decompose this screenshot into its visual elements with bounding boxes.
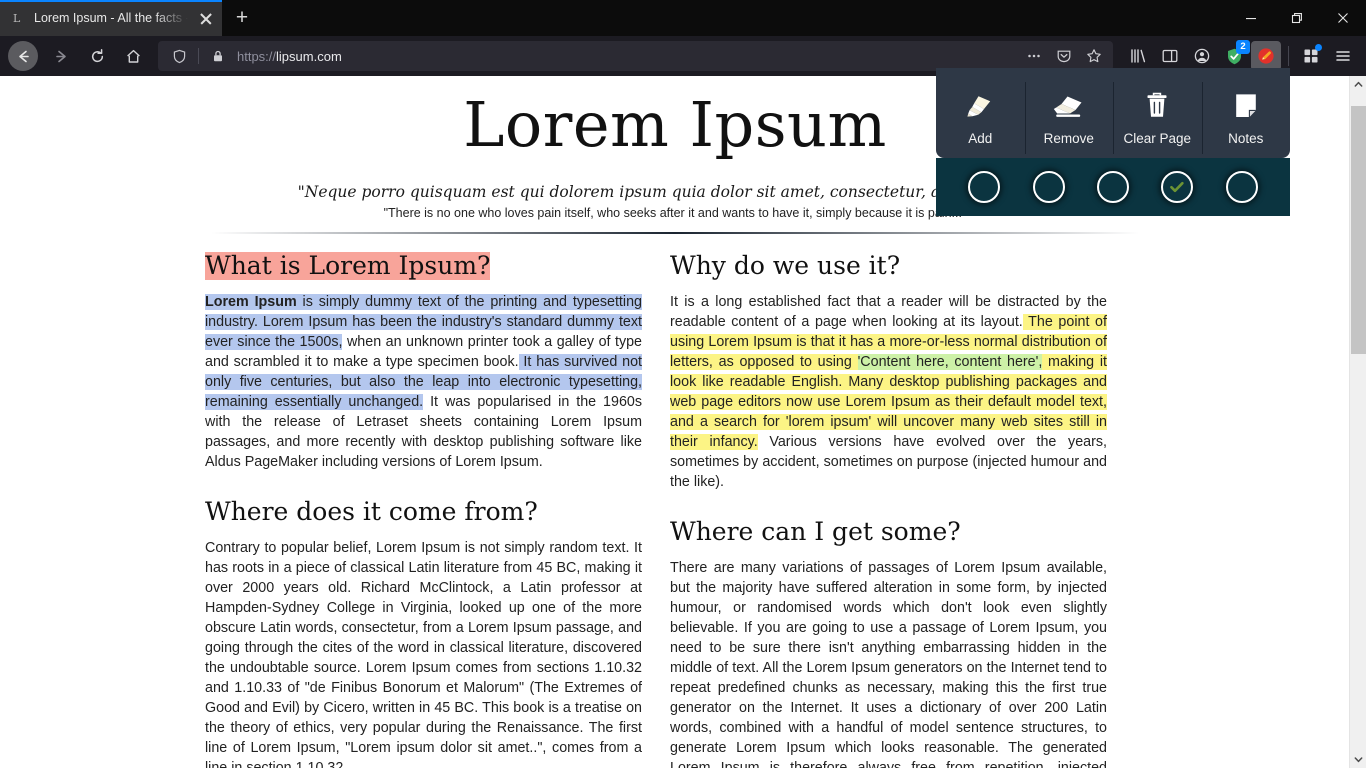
column-left: What is Lorem Ipsum? Lorem Ipsum is simp… <box>205 251 643 768</box>
forward-button[interactable] <box>44 40 78 72</box>
browser-action-toolbar: 2 <box>1123 40 1358 71</box>
tool-clear-page-label: Clear Page <box>1123 130 1192 146</box>
highlighted-text: Lorem Ipsum <box>205 294 297 310</box>
divider <box>211 232 1139 234</box>
address-bar[interactable]: https://lipsum.com <box>158 41 1113 71</box>
page-actions-icon[interactable] <box>1021 43 1047 69</box>
library-icon[interactable] <box>1123 41 1153 71</box>
section-heading: What is Lorem Ipsum? <box>205 251 491 280</box>
title-bar: L Lorem Ipsum - All the facts - Lipsum g… <box>0 0 1366 36</box>
tool-add-label: Add <box>968 130 993 146</box>
highlighter-icon <box>965 91 995 121</box>
color-swatch-blue[interactable] <box>1096 171 1129 203</box>
url-text[interactable]: https://lipsum.com <box>237 49 1015 64</box>
body-text: Contrary to popular belief, Lorem Ipsum … <box>205 540 642 768</box>
section-heading: Where can I get some? <box>670 517 961 546</box>
highlighter-extension-icon[interactable] <box>1251 41 1281 71</box>
tool-remove[interactable]: Remove <box>1024 78 1114 158</box>
browser-window: L Lorem Ipsum - All the facts - Lipsum g… <box>0 0 1366 768</box>
extension-color-row <box>936 158 1290 216</box>
eraser-icon <box>1053 91 1085 121</box>
section-heading: Why do we use it? <box>670 251 901 280</box>
scroll-up-icon[interactable] <box>1350 76 1366 93</box>
scrollbar-thumb[interactable] <box>1351 106 1366 354</box>
section-body: Lorem Ipsum is simply dummy text of the … <box>205 292 643 472</box>
section-block: Why do we use it? It is a long establish… <box>670 252 1107 492</box>
section-block: What is Lorem Ipsum? Lorem Ipsum is simp… <box>205 251 643 472</box>
window-controls <box>1228 0 1366 36</box>
privacy-shield-icon[interactable]: 2 <box>1219 40 1250 71</box>
page-scrollbar[interactable] <box>1349 76 1366 768</box>
address-bar-separator <box>198 48 199 64</box>
back-button[interactable] <box>8 41 38 71</box>
content-columns: What is Lorem Ipsum? Lorem Ipsum is simp… <box>205 252 1145 768</box>
body-text: There are many variations of passages of… <box>670 560 1107 768</box>
section-block: Where does it come from? Contrary to pop… <box>205 498 642 768</box>
url-scheme: https:// <box>237 48 277 64</box>
column-right: Why do we use it? It is a long establish… <box>670 252 1107 768</box>
highlighted-text: 'Content here, content here', <box>857 354 1043 370</box>
bookmark-star-icon[interactable] <box>1081 43 1107 69</box>
color-swatch-green[interactable] <box>1161 171 1194 203</box>
color-swatch-white[interactable] <box>1225 171 1258 203</box>
sidebar-icon[interactable] <box>1155 41 1185 71</box>
section-heading: Where does it come from? <box>205 497 538 526</box>
section-block: Where can I get some? There are many var… <box>670 518 1107 768</box>
tool-notes[interactable]: Notes <box>1201 78 1291 158</box>
tool-add[interactable]: Add <box>936 78 1025 158</box>
address-bar-identity <box>166 43 231 69</box>
address-bar-actions <box>1021 43 1107 69</box>
tool-notes-label: Notes <box>1228 130 1264 146</box>
tool-clear-page[interactable]: Clear Page <box>1113 78 1202 158</box>
extensions-icon[interactable] <box>1296 41 1326 71</box>
section-body: There are many variations of passages of… <box>670 558 1107 768</box>
browser-tab[interactable]: L Lorem Ipsum - All the facts - Lipsum g… <box>0 0 222 36</box>
check-icon <box>1170 181 1185 193</box>
tab-active-accent <box>0 0 222 2</box>
reload-button[interactable] <box>80 40 114 72</box>
new-tab-button[interactable]: + <box>222 0 262 36</box>
tab-title: Lorem Ipsum - All the facts - Lipsum gen… <box>34 11 188 25</box>
note-icon <box>1233 91 1259 121</box>
account-icon[interactable] <box>1187 41 1217 71</box>
scroll-down-icon[interactable] <box>1350 751 1366 768</box>
svg-text:L: L <box>13 12 21 25</box>
tool-remove-label: Remove <box>1043 130 1094 146</box>
close-button[interactable] <box>1320 0 1366 36</box>
pocket-icon[interactable] <box>1051 43 1077 69</box>
extensions-update-dot <box>1315 44 1322 51</box>
home-button[interactable] <box>116 40 150 72</box>
lock-icon[interactable] <box>205 43 231 69</box>
restore-button[interactable] <box>1274 0 1320 36</box>
minimize-button[interactable] <box>1228 0 1274 36</box>
url-host: lipsum.com <box>276 48 342 64</box>
tab-close-icon[interactable] <box>196 8 216 28</box>
app-menu-icon[interactable] <box>1328 41 1358 71</box>
tab-favicon-icon: L <box>10 10 26 26</box>
extension-tools-row: Add Remove Clear Page Notes <box>936 68 1290 158</box>
color-swatch-yellow[interactable] <box>968 171 1001 203</box>
shield-icon[interactable] <box>166 43 192 69</box>
section-body: It is a long established fact that a rea… <box>670 292 1107 492</box>
shield-badge: 2 <box>1236 40 1250 54</box>
toolbar-separator <box>1288 46 1289 66</box>
trash-icon <box>1145 91 1169 121</box>
color-swatch-red[interactable] <box>1032 171 1065 203</box>
section-body: Contrary to popular belief, Lorem Ipsum … <box>205 538 642 768</box>
highlighter-extension-panel: Add Remove Clear Page Notes <box>936 68 1290 216</box>
